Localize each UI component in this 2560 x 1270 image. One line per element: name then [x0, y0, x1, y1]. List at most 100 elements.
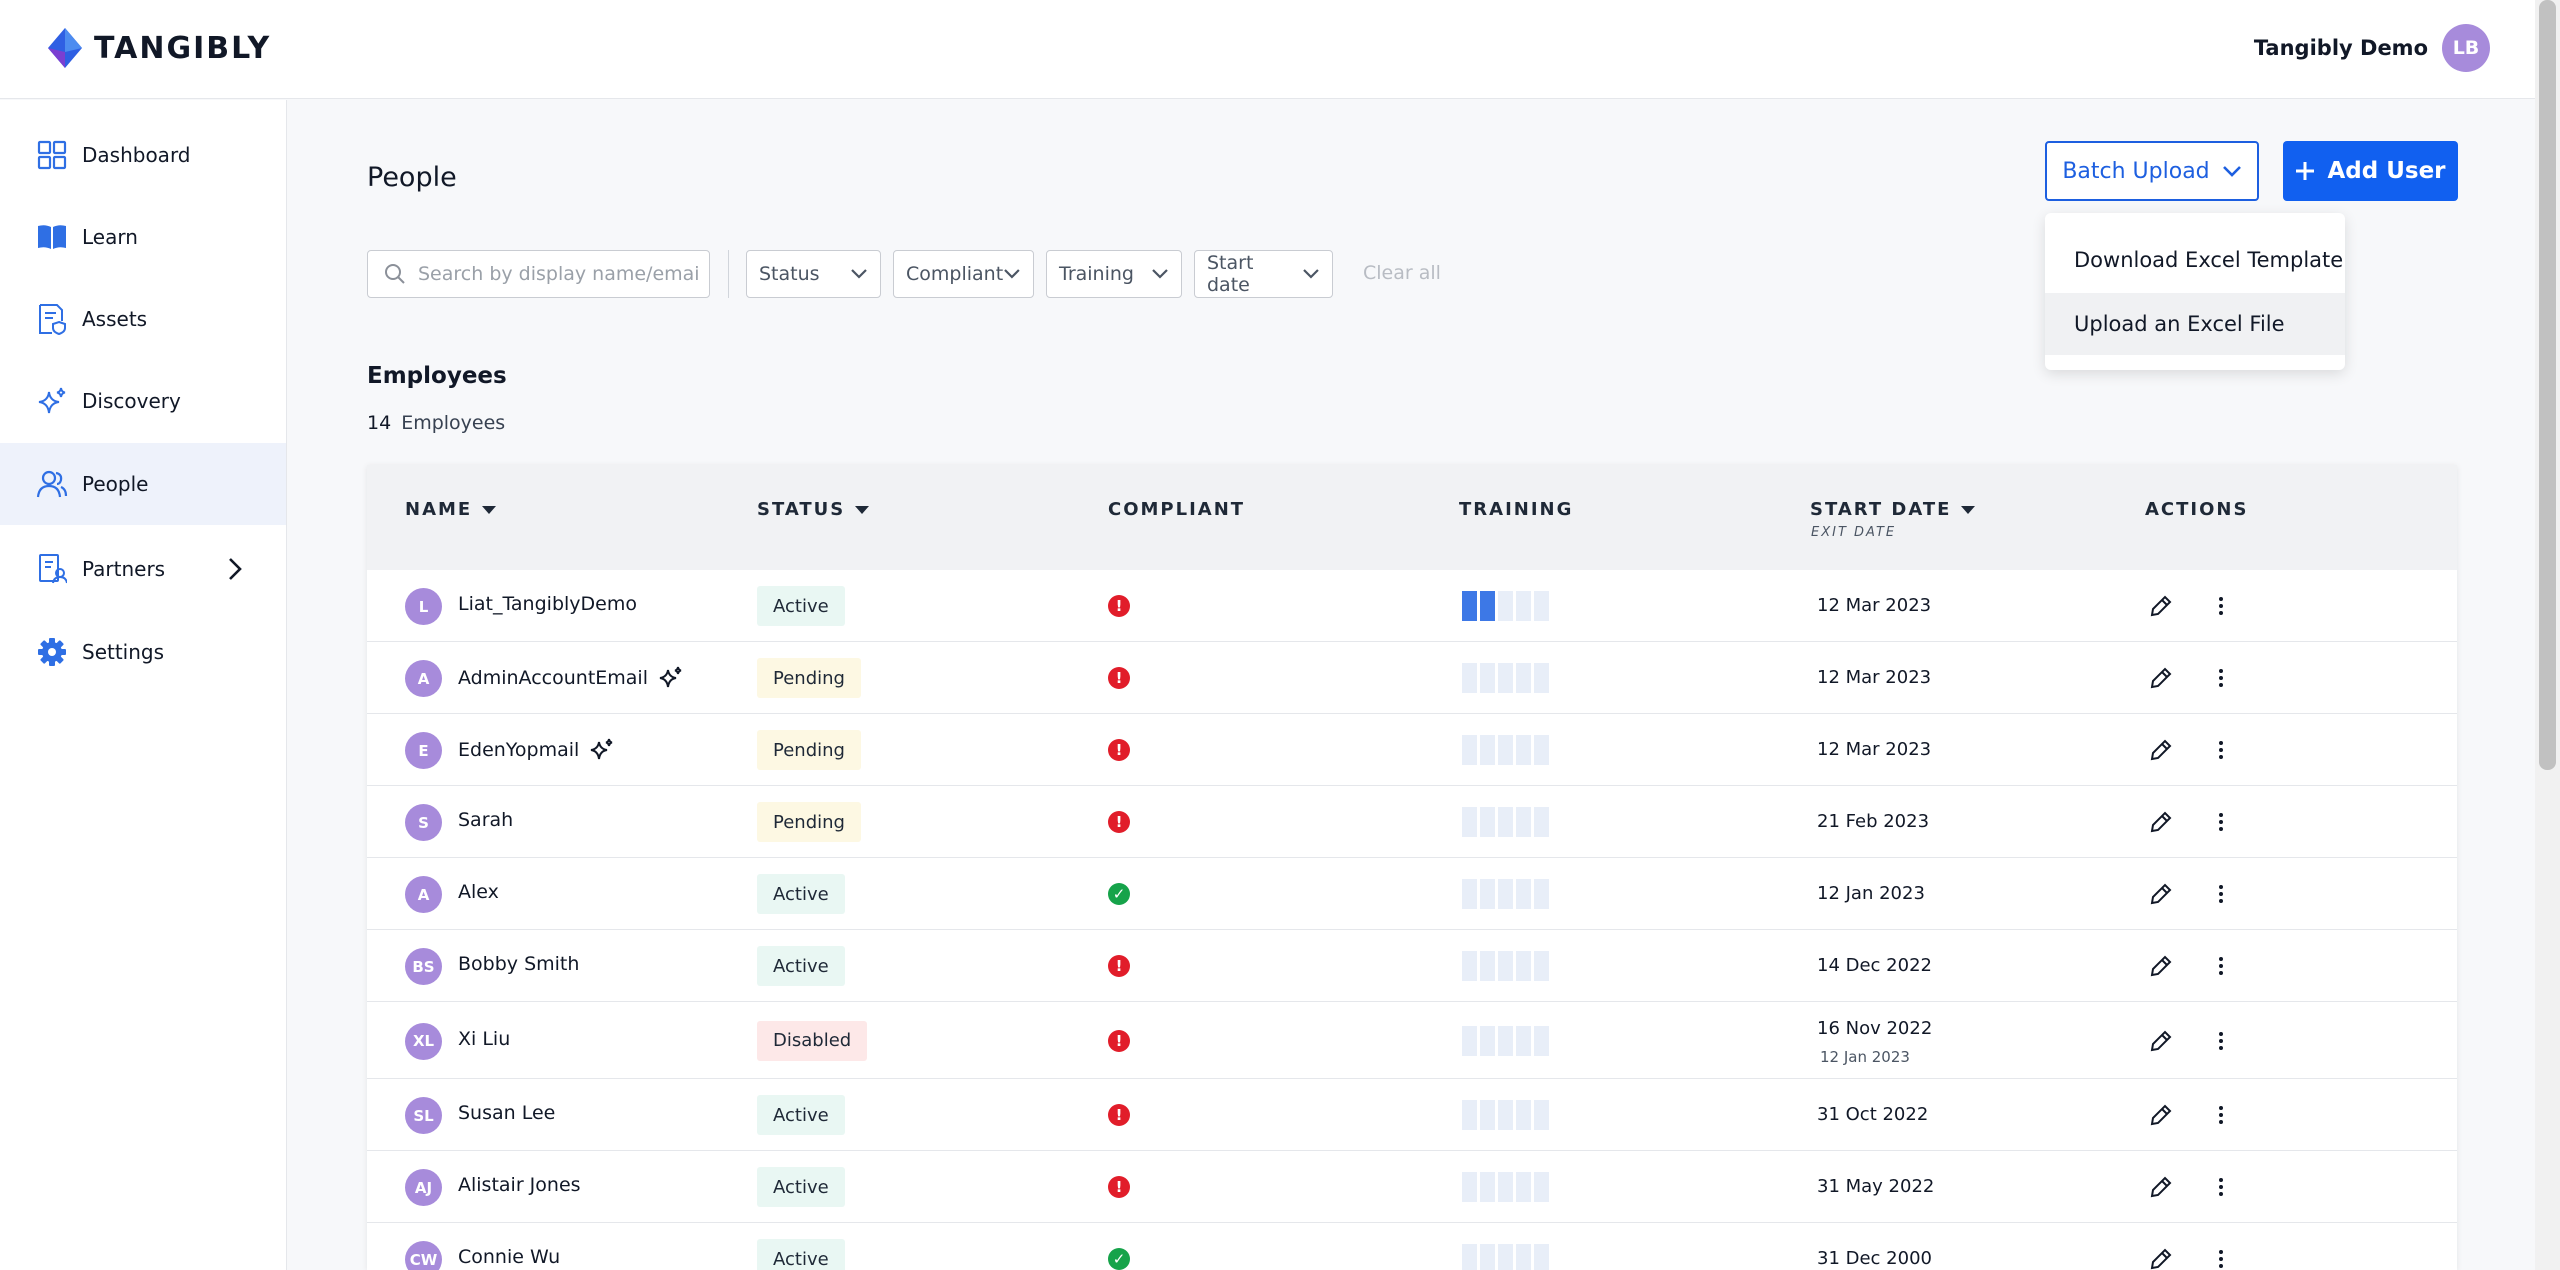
employee-name[interactable]: Alistair Jones	[458, 1174, 581, 1196]
table-row[interactable]: A AdminAccountEmail Pending! 12 Mar 2023	[367, 642, 2457, 714]
edit-icon[interactable]	[2147, 808, 2175, 836]
training-segment	[1534, 807, 1549, 837]
more-options-icon[interactable]	[2207, 1101, 2235, 1129]
column-header-name[interactable]: NAME	[405, 499, 497, 520]
edit-icon[interactable]	[2147, 664, 2175, 692]
training-segment	[1516, 1100, 1531, 1130]
more-options-icon[interactable]	[2207, 952, 2235, 980]
column-header-status[interactable]: STATUS	[757, 499, 870, 520]
column-header-label: COMPLIANT	[1108, 499, 1246, 520]
training-progress	[1462, 1172, 1549, 1202]
compliant-filter[interactable]: Compliant	[893, 250, 1034, 298]
status-filter[interactable]: Status	[746, 250, 881, 298]
edit-icon[interactable]	[2147, 880, 2175, 908]
account-menu[interactable]: Tangibly Demo LB	[2254, 24, 2490, 72]
avatar: BS	[405, 948, 442, 985]
more-options-icon[interactable]	[2207, 880, 2235, 908]
scrollbar-thumb[interactable]	[2539, 0, 2556, 770]
start-date-filter[interactable]: Start date	[1194, 250, 1333, 298]
sidebar-item-people[interactable]: People	[0, 443, 286, 525]
table-row[interactable]: A Alex Active ✓ 12 Jan 2023	[367, 858, 2457, 930]
avatar: AJ	[405, 1169, 442, 1206]
training-segment	[1534, 735, 1549, 765]
sidebar: Dashboard Learn Assets Discovery People …	[0, 100, 287, 1270]
training-segment	[1534, 951, 1549, 981]
alert-circle-icon: !	[1108, 739, 1130, 761]
training-segment	[1462, 663, 1477, 693]
more-options-icon[interactable]	[2207, 736, 2235, 764]
table-row[interactable]: AJ Alistair Jones Active! 31 May 2022	[367, 1151, 2457, 1223]
sidebar-item-label: Dashboard	[82, 143, 191, 167]
table-row[interactable]: BS Bobby Smith Active! 14 Dec 2022	[367, 930, 2457, 1002]
add-user-button[interactable]: Add User	[2283, 141, 2458, 201]
menu-item-upload-excel[interactable]: Upload an Excel File	[2045, 293, 2345, 355]
employee-name[interactable]: Liat_TangiblyDemo	[458, 593, 637, 615]
table-row[interactable]: S Sarah Pending! 21 Feb 2023	[367, 786, 2457, 858]
clear-all-button[interactable]: Clear all	[1363, 262, 1441, 284]
column-header-label: ACTIONS	[2145, 499, 2249, 520]
training-filter[interactable]: Training	[1046, 250, 1182, 298]
more-options-icon[interactable]	[2207, 664, 2235, 692]
training-segment	[1498, 807, 1513, 837]
training-segment	[1480, 879, 1495, 909]
edit-icon[interactable]	[2147, 1245, 2175, 1270]
edit-icon[interactable]	[2147, 1027, 2175, 1055]
start-date: 31 Dec 2000	[1817, 1248, 1932, 1269]
more-options-icon[interactable]	[2207, 1245, 2235, 1270]
avatar: A	[405, 660, 442, 697]
start-date: 16 Nov 2022	[1817, 1018, 1933, 1039]
edit-icon[interactable]	[2147, 1101, 2175, 1129]
table-row[interactable]: CW Connie Wu Active ✓ 31 Dec 2000	[367, 1223, 2457, 1270]
more-options-icon[interactable]	[2207, 592, 2235, 620]
more-options-icon[interactable]	[2207, 808, 2235, 836]
sidebar-item-partners[interactable]: Partners	[0, 528, 286, 610]
edit-icon[interactable]	[2147, 736, 2175, 764]
table-row[interactable]: E EdenYopmail Pending! 12 Mar 2023	[367, 714, 2457, 786]
brand-logo[interactable]: TANGIBLY	[46, 26, 271, 70]
edit-icon[interactable]	[2147, 592, 2175, 620]
column-header-start-date[interactable]: START DATE	[1810, 499, 1976, 520]
employee-name[interactable]: Alex	[458, 881, 499, 903]
sidebar-item-dashboard[interactable]: Dashboard	[0, 114, 286, 196]
alert-circle-icon: !	[1108, 667, 1130, 689]
employee-name-text: Liat_TangiblyDemo	[458, 593, 637, 615]
page-scrollbar[interactable]	[2535, 0, 2560, 1270]
employee-name[interactable]: Connie Wu	[458, 1246, 560, 1268]
table-row[interactable]: L Liat_TangiblyDemo Active! 12 Mar 2023	[367, 570, 2457, 642]
employee-name-text: Xi Liu	[458, 1027, 511, 1050]
edit-icon[interactable]	[2147, 952, 2175, 980]
training-segment	[1516, 1244, 1531, 1270]
batch-upload-button[interactable]: Batch Upload	[2045, 141, 2259, 201]
sidebar-item-assets[interactable]: Assets	[0, 278, 286, 360]
search-input[interactable]	[418, 263, 698, 285]
brand-name: TANGIBLY	[94, 30, 272, 66]
more-options-icon[interactable]	[2207, 1027, 2235, 1055]
more-options-icon[interactable]	[2207, 1173, 2235, 1201]
sidebar-item-discovery[interactable]: Discovery	[0, 360, 286, 442]
employee-name[interactable]: Susan Lee	[458, 1102, 555, 1124]
employee-name[interactable]: Bobby Smith	[458, 953, 579, 975]
table-row[interactable]: SL Susan Lee Active! 31 Oct 2022	[367, 1079, 2457, 1151]
top-bar: TANGIBLY Tangibly Demo LB	[0, 0, 2535, 99]
training-segment	[1534, 879, 1549, 909]
search-box[interactable]	[367, 250, 710, 298]
employee-name[interactable]: Xi Liu	[458, 1028, 510, 1050]
training-segment	[1480, 1244, 1495, 1270]
employee-name[interactable]: AdminAccountEmail	[458, 665, 684, 691]
training-segment	[1516, 1025, 1531, 1056]
sidebar-item-settings[interactable]: Settings	[0, 611, 286, 693]
edit-icon[interactable]	[2147, 1173, 2175, 1201]
status-badge: Active	[757, 1095, 845, 1135]
sidebar-item-learn[interactable]: Learn	[0, 196, 286, 278]
column-header-training: TRAINING	[1459, 499, 1573, 520]
user-avatar[interactable]: LB	[2442, 24, 2490, 72]
training-progress	[1462, 1025, 1549, 1056]
chevron-down-icon	[2222, 166, 2241, 177]
table-row[interactable]: XL Xi Liu Disabled! 16 Nov 2022 12 Jan 2023	[367, 1002, 2457, 1079]
chevron-right-icon[interactable]	[220, 554, 250, 584]
menu-item-download-template[interactable]: Download Excel Template	[2045, 229, 2345, 291]
status-filter-label: Status	[759, 263, 820, 285]
employee-name[interactable]: EdenYopmail	[458, 737, 615, 763]
employee-name[interactable]: Sarah	[458, 809, 513, 831]
training-segment	[1516, 735, 1531, 765]
